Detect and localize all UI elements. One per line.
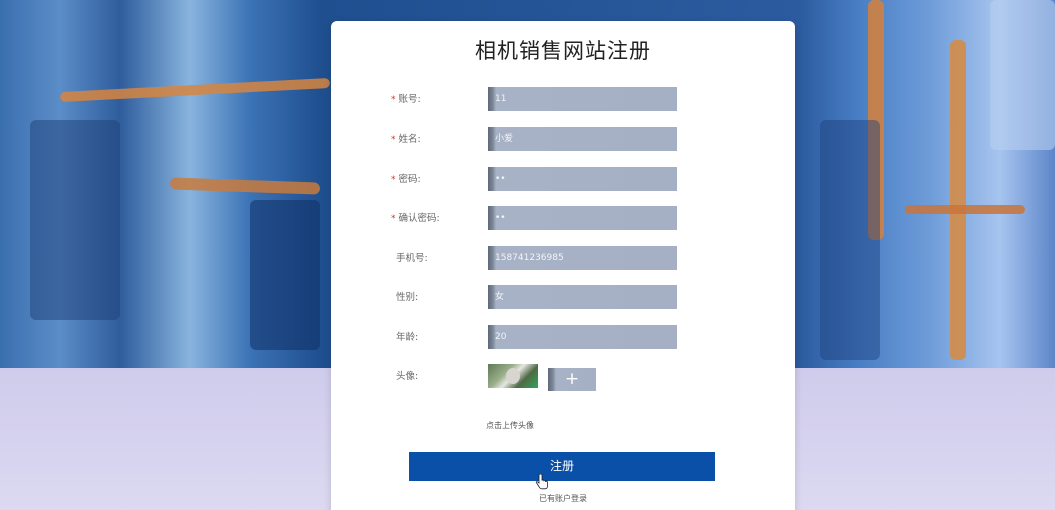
phone-input[interactable]: 158741236985 — [488, 246, 677, 270]
upload-avatar-button[interactable]: + — [548, 368, 596, 391]
hand-pointer-icon — [535, 474, 548, 490]
account-input[interactable]: 11 — [488, 87, 677, 111]
name-row: * 姓名: 小爱 — [331, 127, 795, 153]
account-label: * 账号: — [391, 94, 421, 105]
account-row: * 账号: 11 — [331, 87, 795, 113]
age-row: 年龄: 20 — [331, 325, 795, 351]
avatar-label: 头像: — [396, 371, 419, 382]
phone-label: 手机号: — [396, 253, 428, 264]
avatar-face — [506, 368, 520, 384]
gender-row: 性别: 女 — [331, 285, 795, 311]
required-mark: * — [391, 135, 396, 145]
register-card: 相机销售网站注册 * 账号: 11 * 姓名: 小爱 * 密码: •• * 确认密码: … — [331, 21, 795, 510]
name-input[interactable]: 小爱 — [488, 127, 677, 151]
login-link[interactable]: 已有账户登录 — [331, 493, 795, 504]
name-label: * 姓名: — [391, 134, 421, 145]
confirm-password-input[interactable]: •• — [488, 206, 677, 230]
avatar-row: 头像: + — [331, 364, 795, 391]
register-button[interactable]: 注册 — [409, 452, 715, 481]
age-input[interactable]: 20 — [488, 325, 677, 349]
gender-label: 性别: — [396, 292, 419, 303]
page-background: 相机销售网站注册 * 账号: 11 * 姓名: 小爱 * 密码: •• * 确认密码: … — [0, 0, 1055, 510]
age-label: 年龄: — [396, 332, 419, 343]
phone-row: 手机号: 158741236985 — [331, 246, 795, 272]
password-input[interactable]: •• — [488, 167, 677, 191]
confirm-password-row: * 确认密码: •• — [331, 206, 795, 232]
required-mark: * — [391, 214, 396, 224]
required-mark: * — [391, 95, 396, 105]
upload-hint: 点击上传头像 — [486, 421, 534, 430]
password-row: * 密码: •• — [331, 167, 795, 193]
avatar-preview — [488, 364, 538, 388]
plus-icon: + — [564, 369, 580, 389]
gender-select[interactable]: 女 — [488, 285, 677, 309]
confirm-password-label: * 确认密码: — [391, 213, 440, 224]
page-title: 相机销售网站注册 — [475, 39, 651, 63]
password-label: * 密码: — [391, 174, 421, 185]
required-mark: * — [391, 175, 396, 185]
